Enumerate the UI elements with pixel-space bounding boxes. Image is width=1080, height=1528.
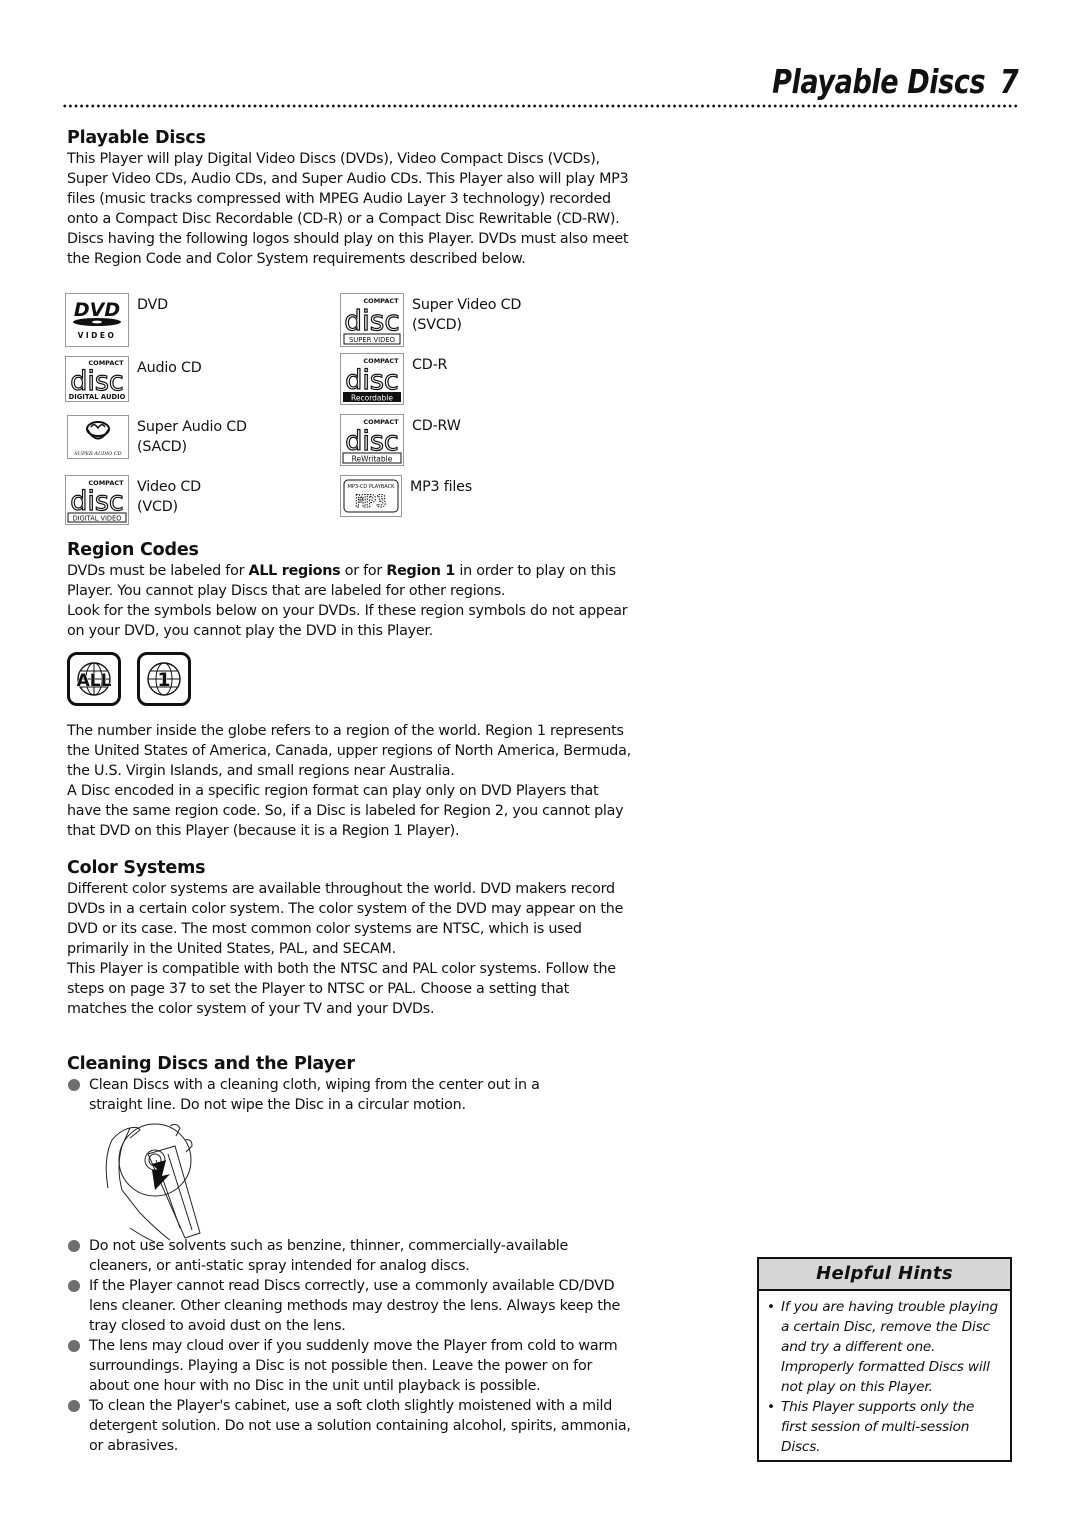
svg-text:COMPACT: COMPACT xyxy=(363,357,399,365)
paragraph: This Player is compatible with both the … xyxy=(67,961,616,1017)
dvd-video-logo-icon: DVD VIDEO xyxy=(65,293,129,347)
bullet-icon: • xyxy=(767,1299,775,1315)
logo-label: Video CD (VCD) xyxy=(137,479,201,515)
section-cleaning: Cleaning Discs and the Player Clean Disc… xyxy=(67,1053,632,1115)
svg-text:SUPER VIDEO: SUPER VIDEO xyxy=(349,336,395,344)
region-explanation: The number inside the globe refers to a … xyxy=(67,721,632,841)
logo-label: CD-R xyxy=(412,357,448,373)
paragraph: Look for the symbols below on your DVDs.… xyxy=(67,603,628,639)
svg-text:MP3: MP3 xyxy=(356,492,387,512)
emphasis: ALL regions xyxy=(248,563,341,579)
logo-text: VIDEO xyxy=(78,331,117,340)
bullet-icon xyxy=(68,1340,80,1352)
paragraph: DVDs must be labeled for ALL regions or … xyxy=(67,563,616,599)
paragraph: This Player will play Digital Video Disc… xyxy=(67,151,629,227)
section-heading: Cleaning Discs and the Player xyxy=(67,1054,355,1074)
section-region-codes: Region Codes DVDs must be labeled for AL… xyxy=(67,539,632,641)
svg-text:disc: disc xyxy=(70,486,124,517)
svg-text:disc: disc xyxy=(345,426,399,457)
list-item: Do not use solvents such as benzine, thi… xyxy=(67,1236,632,1276)
cleaning-bullets-top: Clean Discs with a cleaning cloth, wipin… xyxy=(67,1075,632,1115)
logo-item: MP3-CD PLAYBACK MP3 MP3 files xyxy=(340,475,472,517)
video-cd-logo-icon: COMPACT disc DIGITAL VIDEO xyxy=(65,475,129,525)
section-heading: Playable Discs xyxy=(67,128,206,148)
svg-text:ReWritable: ReWritable xyxy=(352,455,393,464)
logo-text: DVD xyxy=(74,299,120,321)
region-all-globe-icon: ALL xyxy=(67,652,121,706)
helpful-hints-list: • If you are having trouble playing a cer… xyxy=(759,1291,1010,1457)
logo-item: COMPACT disc ReWritable CD-RW xyxy=(340,414,461,466)
logo-item: SUPER AUDIO CD Super Audio CD (SACD) xyxy=(67,415,267,459)
dotted-divider xyxy=(62,104,1018,108)
list-item: The lens may cloud over if you suddenly … xyxy=(67,1336,632,1396)
section-heading: Color Systems xyxy=(67,858,206,878)
paragraph: A Disc encoded in a specific region form… xyxy=(67,783,624,839)
svg-text:DIGITAL AUDIO: DIGITAL AUDIO xyxy=(69,393,126,401)
logo-item: COMPACT disc DIGITAL AUDIO Audio CD xyxy=(65,356,202,402)
logo-label: Super Video CD (SVCD) xyxy=(412,297,522,333)
svg-text:SUPER AUDIO CD: SUPER AUDIO CD xyxy=(74,451,121,457)
logo-label: MP3 files xyxy=(410,479,473,495)
svg-text:DIGITAL VIDEO: DIGITAL VIDEO xyxy=(73,515,122,523)
paragraph: The number inside the globe refers to a … xyxy=(67,723,631,779)
svg-text:ALL: ALL xyxy=(77,671,112,691)
logo-label: Audio CD xyxy=(137,360,202,376)
section-playable-discs: Playable Discs This Player will play Dig… xyxy=(67,127,632,269)
bullet-icon xyxy=(68,1240,80,1252)
paragraph: Discs having the following logos should … xyxy=(67,231,629,267)
region-symbols: ALL 1 xyxy=(67,652,191,706)
sacd-logo-icon: SUPER AUDIO CD xyxy=(67,415,129,459)
helpful-hints-box: Helpful Hints • If you are having trouble… xyxy=(757,1257,1012,1462)
cleaning-bullets-bottom-container: Do not use solvents such as benzine, thi… xyxy=(67,1236,632,1456)
cleaning-bullets-bottom: Do not use solvents such as benzine, thi… xyxy=(67,1236,632,1456)
bullet-icon xyxy=(68,1280,80,1292)
disc-cleaning-illustration xyxy=(100,1118,225,1243)
svg-text:1: 1 xyxy=(157,669,170,691)
paragraph: Different color systems are available th… xyxy=(67,881,624,957)
region-1-globe-icon: 1 xyxy=(137,652,191,706)
logo-item: DVD VIDEO DVD xyxy=(65,293,168,347)
super-video-cd-logo-icon: COMPACT disc SUPER VIDEO xyxy=(340,293,404,347)
svg-text:disc: disc xyxy=(344,304,400,337)
bullet-icon: • xyxy=(767,1399,775,1415)
logo-item: COMPACT disc DIGITAL VIDEO Video CD (VCD… xyxy=(65,475,237,525)
logo-label: DVD xyxy=(137,297,168,313)
mp3-cd-logo-icon: MP3-CD PLAYBACK MP3 xyxy=(340,475,402,517)
section-color-systems: Color Systems Different color systems ar… xyxy=(67,857,632,1019)
audio-cd-logo-icon: COMPACT disc DIGITAL AUDIO xyxy=(65,356,129,402)
list-item: To clean the Player's cabinet, use a sof… xyxy=(67,1396,632,1456)
cd-rw-logo-icon: COMPACT disc ReWritable xyxy=(340,414,404,466)
logo-label: CD-RW xyxy=(412,418,461,434)
svg-text:Recordable: Recordable xyxy=(351,394,393,403)
page-title: Playable Discs 7 xyxy=(771,62,1019,101)
page-number: 7 xyxy=(999,62,1019,101)
list-item: If the Player cannot read Discs correctl… xyxy=(67,1276,632,1336)
section-heading: Region Codes xyxy=(67,540,199,560)
page-title-text: Playable Discs xyxy=(771,62,986,101)
logo-item: COMPACT disc Recordable CD-R xyxy=(340,353,447,405)
cd-r-logo-icon: COMPACT disc Recordable xyxy=(340,353,404,405)
logo-label: Super Audio CD (SACD) xyxy=(137,419,247,455)
hint-item: • If you are having trouble playing a cer… xyxy=(767,1299,999,1395)
emphasis: Region 1 xyxy=(386,563,456,579)
logo-item: COMPACT disc SUPER VIDEO Super Video CD … xyxy=(340,293,540,347)
bullet-icon xyxy=(68,1400,80,1412)
bullet-icon xyxy=(68,1079,80,1091)
hint-item: • This Player supports only the first ses… xyxy=(767,1399,975,1455)
helpful-hints-title: Helpful Hints xyxy=(759,1259,1010,1291)
svg-text:MP3-CD PLAYBACK: MP3-CD PLAYBACK xyxy=(348,484,396,490)
svg-text:COMPACT: COMPACT xyxy=(363,418,399,426)
svg-text:disc: disc xyxy=(345,365,399,396)
list-item: Clean Discs with a cleaning cloth, wipin… xyxy=(67,1075,592,1115)
